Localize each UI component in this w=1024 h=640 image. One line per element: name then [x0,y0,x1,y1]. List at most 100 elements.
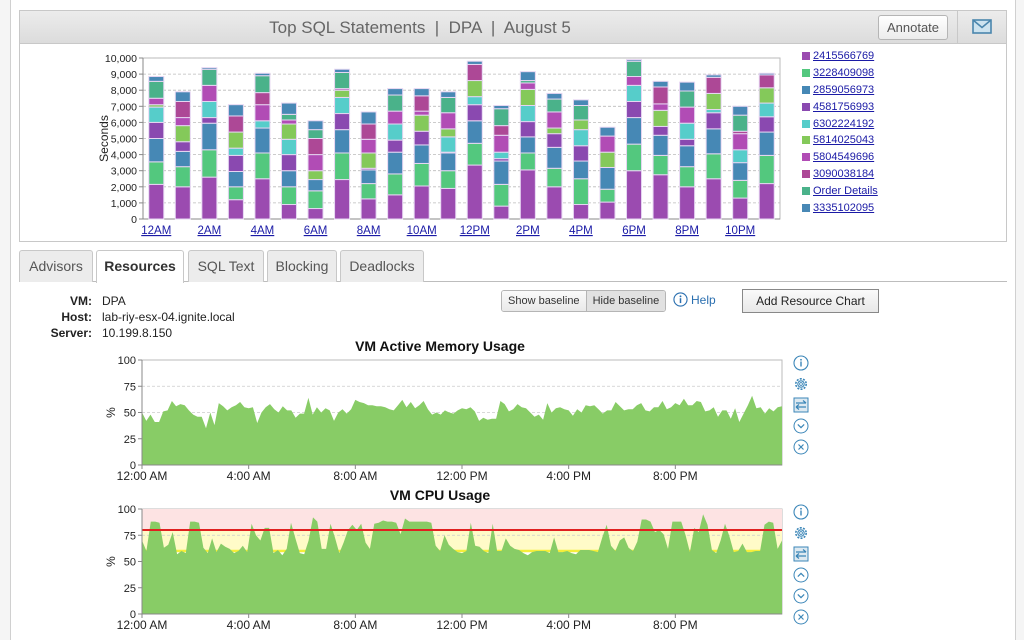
bar-segment[interactable] [254,152,271,180]
bar-segment[interactable] [254,104,271,122]
bar-segment[interactable] [334,113,351,131]
bar-segment[interactable] [679,138,696,147]
bar-segment[interactable] [174,100,191,119]
bar-segment[interactable] [705,128,722,155]
close-icon[interactable] [793,609,809,625]
chevron-up-icon[interactable] [793,567,809,583]
bar-segment[interactable] [174,125,191,143]
bar-segment[interactable] [626,76,643,86]
bar-segment[interactable] [148,97,165,106]
legend-link[interactable]: 5814025043 [813,134,874,146]
annotate-button[interactable]: Annotate [878,15,948,40]
legend-link[interactable]: 2859056973 [813,84,874,96]
bar-segment[interactable] [227,104,244,117]
bar-segment[interactable] [280,138,297,156]
bar-segment[interactable] [148,80,165,99]
bar-segment[interactable] [705,92,722,111]
bar-segment[interactable] [280,102,297,115]
bar-segment[interactable] [440,187,457,220]
bar-segment[interactable] [626,84,643,102]
bar-segment[interactable] [732,149,749,164]
bar-segment[interactable] [440,91,457,98]
x-tick-label[interactable]: 6PM [622,225,646,237]
bar-segment[interactable] [413,130,430,146]
bar-segment[interactable] [466,80,483,98]
x-tick-label[interactable]: 8AM [357,225,381,237]
bar-segment[interactable] [546,111,563,129]
bar-segment[interactable] [440,128,457,138]
bar-segment[interactable] [227,115,244,133]
legend-link[interactable]: 2415566769 [813,50,874,62]
tab-sql-text[interactable]: SQL Text [188,250,264,282]
bar-segment[interactable] [679,81,696,92]
bar-segment[interactable] [732,179,749,199]
bar-segment[interactable] [307,190,324,210]
bar-segment[interactable] [493,151,510,160]
bar-segment[interactable] [413,185,430,220]
bar-segment[interactable] [626,170,643,220]
bar-segment[interactable] [652,125,669,136]
bar-segment[interactable] [572,129,589,147]
bar-segment[interactable] [493,205,510,220]
bar-segment[interactable] [679,186,696,220]
bar-segment[interactable] [174,117,191,127]
bar-segment[interactable] [227,131,244,149]
bar-segment[interactable] [493,160,510,185]
bar-segment[interactable] [360,183,377,200]
bar-segment[interactable] [626,60,643,78]
bar-segment[interactable] [758,74,775,89]
bar-segment[interactable] [519,152,536,171]
x-tick-label[interactable]: 8PM [675,225,699,237]
bar-segment[interactable] [387,173,404,196]
bar-segment[interactable] [572,204,589,220]
legend-item[interactable]: 5804549696 [802,149,878,166]
bar-segment[interactable] [546,98,563,113]
bar-segment[interactable] [546,146,563,169]
bar-segment[interactable] [307,138,324,156]
bar-segment[interactable] [679,90,696,108]
info-icon[interactable] [793,504,809,520]
bar-segment[interactable] [679,166,696,188]
bar-segment[interactable] [334,89,351,98]
bar-segment[interactable] [546,167,563,188]
legend-item[interactable]: 5814025043 [802,132,878,149]
bar-segment[interactable] [466,164,483,220]
bar-segment[interactable] [626,59,643,62]
bar-segment[interactable] [280,123,297,140]
bar-segment[interactable] [307,129,324,139]
bar-segment[interactable] [413,144,430,164]
bar-segment[interactable] [758,154,775,185]
bar-segment[interactable] [387,194,404,220]
bar-segment[interactable] [758,102,775,118]
envelope-icon[interactable] [972,19,992,34]
bar-segment[interactable] [652,86,669,105]
bar-segment[interactable] [227,154,244,173]
bar-segment[interactable] [227,147,244,156]
bar-segment[interactable] [334,152,351,181]
bar-segment[interactable] [360,152,377,169]
bar-segment[interactable] [307,120,324,131]
swap-icon[interactable] [793,397,809,413]
bar-segment[interactable] [334,68,351,73]
bar-segment[interactable] [360,169,377,185]
bar-segment[interactable] [732,114,749,132]
bar-segment[interactable] [360,138,377,154]
x-tick-label[interactable]: 2AM [198,225,222,237]
bar-segment[interactable] [599,188,616,203]
bar-segment[interactable] [758,72,775,76]
bar-segment[interactable] [440,136,457,153]
close-icon[interactable] [793,439,809,455]
x-tick-label[interactable]: 10PM [725,225,755,237]
bar-segment[interactable] [280,204,297,220]
bar-segment[interactable] [758,131,775,156]
bar-segment[interactable] [387,88,404,96]
tab-blocking[interactable]: Blocking [267,250,337,282]
bar-segment[interactable] [254,72,271,77]
legend-item[interactable]: 2415566769 [802,48,878,65]
bar-segment[interactable] [360,123,377,140]
bar-segment[interactable] [732,162,749,181]
bar-segment[interactable] [519,82,536,90]
bar-segment[interactable] [360,198,377,220]
bar-segment[interactable] [148,183,165,220]
legend-item[interactable]: 3090038184 [802,166,878,183]
